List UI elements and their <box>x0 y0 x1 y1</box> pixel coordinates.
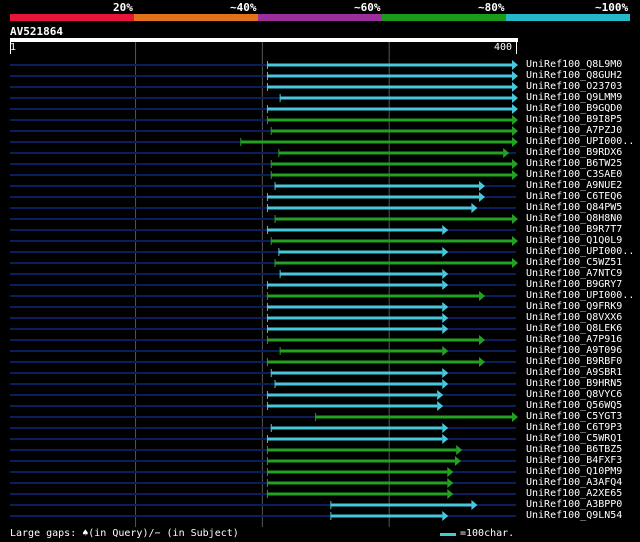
hit-label[interactable]: UniRef100_C5YGT3 <box>526 411 622 422</box>
hit-arrow-icon <box>442 324 449 334</box>
hit-arrow-icon <box>454 456 461 466</box>
hit-arrow-icon <box>512 159 518 169</box>
hit-arrow-icon <box>479 335 486 345</box>
hit-arrow-icon <box>447 489 454 499</box>
hit-label[interactable]: UniRef100_Q8VXX6 <box>526 312 622 323</box>
hit-label[interactable]: UniRef100_A7PZJ0 <box>526 125 622 136</box>
hit-arrow-icon <box>447 478 454 488</box>
hit-arrow-icon <box>442 313 449 323</box>
hit-arrow-icon <box>442 280 449 290</box>
hit-label[interactable]: UniRef100_A9T096 <box>526 345 622 356</box>
scale-legend-text: =100char. <box>440 528 514 539</box>
hit-label[interactable]: UniRef100_B9GQD0 <box>526 103 622 114</box>
hit-label[interactable]: UniRef100_O23703 <box>526 81 622 92</box>
hit-arrow-icon <box>437 401 444 411</box>
large-gaps-legend: Large gaps: ♠(in Query)/− (in Subject) <box>10 528 239 539</box>
hit-label[interactable]: UniRef100_B9I8P5 <box>526 114 622 125</box>
hit-arrow-icon <box>479 291 486 301</box>
hit-arrow-icon <box>442 511 449 521</box>
hit-label[interactable]: UniRef100_A7P916 <box>526 334 622 345</box>
hit-label[interactable]: UniRef100_C3SAE0 <box>526 169 622 180</box>
hit-arrow-icon <box>512 115 518 125</box>
hit-label[interactable]: UniRef100_Q56WQ5 <box>526 400 622 411</box>
hit-arrow-icon <box>437 390 444 400</box>
hit-arrow-icon <box>479 181 486 191</box>
hit-label[interactable]: UniRef100_B4FXF3 <box>526 455 622 466</box>
hit-arrow-icon <box>512 104 518 114</box>
hit-arrow-icon <box>442 368 449 378</box>
hit-label[interactable]: UniRef100_A7NTC9 <box>526 268 622 279</box>
hit-label[interactable]: UniRef100_Q1Q0L9 <box>526 235 622 246</box>
hit-label[interactable]: UniRef100_Q8GUH2 <box>526 70 622 81</box>
hit-label[interactable]: UniRef100_C5WRQ1 <box>526 433 622 444</box>
hit-arrow-icon <box>512 82 518 92</box>
hit-arrow-icon <box>512 236 518 246</box>
hit-label[interactable]: UniRef100_B9GRY7 <box>526 279 622 290</box>
hit-label[interactable]: UniRef100_Q8LEK6 <box>526 323 622 334</box>
hit-label[interactable]: UniRef100_B9RDX6 <box>526 147 622 158</box>
hit-arrow-icon <box>512 71 518 81</box>
hit-arrow-icon <box>456 445 463 455</box>
hit-label[interactable]: UniRef100_B9RBF0 <box>526 356 622 367</box>
hit-label[interactable]: UniRef100_A9SBR1 <box>526 367 622 378</box>
hit-label[interactable]: UniRef100_Q9LMM9 <box>526 92 622 103</box>
hit-arrow-icon <box>512 258 518 268</box>
hit-label[interactable]: UniRef100_Q84PW5 <box>526 202 622 213</box>
hit-label[interactable]: UniRef100_UPI000.. <box>526 136 634 147</box>
hit-arrow-icon <box>471 500 478 510</box>
hit-label[interactable]: UniRef100_Q8H8N0 <box>526 213 622 224</box>
hit-label[interactable]: UniRef100_C6TEQ6 <box>526 191 622 202</box>
hit-arrow-icon <box>447 467 454 477</box>
hit-arrow-icon <box>442 269 449 279</box>
hit-label[interactable]: UniRef100_C5WZ51 <box>526 257 622 268</box>
hit-arrow-icon <box>471 203 478 213</box>
hit-label[interactable]: UniRef100_A3BPP0 <box>526 499 622 510</box>
hit-arrow-icon <box>512 412 518 422</box>
hit-label[interactable]: UniRef100_A2XE65 <box>526 488 622 499</box>
hit-arrow-icon <box>442 346 449 356</box>
hit-arrow-icon <box>503 148 510 158</box>
hit-label[interactable]: UniRef100_Q9FRK9 <box>526 301 622 312</box>
hit-arrow-icon <box>512 126 518 136</box>
hit-arrow-icon <box>479 357 486 367</box>
hit-arrow-icon <box>442 302 449 312</box>
hit-label[interactable]: UniRef100_UPI000.. <box>526 246 634 257</box>
hit-arrow-icon <box>442 247 449 257</box>
hit-arrow-icon <box>512 214 518 224</box>
hit-label[interactable]: UniRef100_B9R7T7 <box>526 224 622 235</box>
hit-label[interactable]: UniRef100_B9HRN5 <box>526 378 622 389</box>
hit-label[interactable]: UniRef100_Q9LN54 <box>526 510 622 521</box>
hit-label[interactable]: UniRef100_B6TBZ5 <box>526 444 622 455</box>
hit-arrow-icon <box>442 423 449 433</box>
hit-arrow-icon <box>512 60 518 70</box>
hit-label[interactable]: UniRef100_B6TW25 <box>526 158 622 169</box>
hit-arrow-icon <box>512 93 518 103</box>
hit-arrow-icon <box>512 137 518 147</box>
hit-arrow-icon <box>442 379 449 389</box>
hit-label[interactable]: UniRef100_C6T9P3 <box>526 422 622 433</box>
hit-label[interactable]: UniRef100_Q8VYC6 <box>526 389 622 400</box>
hit-label[interactable]: UniRef100_Q8L9M0 <box>526 59 622 70</box>
hit-label[interactable]: UniRef100_A3AFQ4 <box>526 477 622 488</box>
hit-label[interactable]: UniRef100_UPI000.. <box>526 290 634 301</box>
hit-arrow-icon <box>442 225 449 235</box>
hit-arrow-icon <box>479 192 486 202</box>
hit-arrow-icon <box>442 434 449 444</box>
scale-legend-label: =100char. <box>460 528 515 539</box>
hit-label[interactable]: UniRef100_Q10PM9 <box>526 466 622 477</box>
hit-arrow-icon <box>512 170 518 180</box>
hit-label[interactable]: UniRef100_A9NUE2 <box>526 180 622 191</box>
